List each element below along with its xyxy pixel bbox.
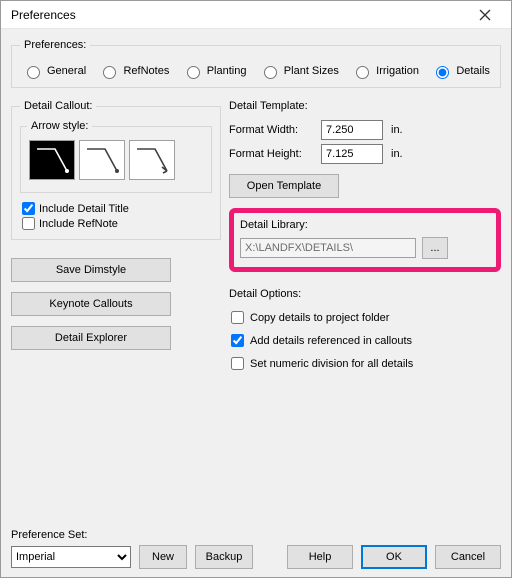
check-include-refnote-input[interactable] [22, 217, 35, 230]
window-preferences: Preferences Preferences: General RefNote… [0, 0, 512, 578]
check-set-numeric[interactable]: Set numeric division for all details [229, 352, 501, 375]
open-template-button[interactable]: Open Template [229, 174, 339, 198]
detail-library-row: ... [240, 237, 490, 259]
preferences-radios: General RefNotes Planting Plant Sizes Ir… [20, 59, 492, 79]
column-right: Detail Template: Format Width: in. Forma… [229, 96, 501, 523]
group-preferences: Preferences: General RefNotes Planting P… [11, 39, 501, 88]
preference-set-label: Preference Set: [11, 529, 253, 541]
close-icon[interactable] [467, 4, 503, 26]
row-format-width: Format Width: in. [229, 118, 501, 142]
window-title: Preferences [11, 8, 467, 22]
format-height-input[interactable] [321, 144, 383, 164]
format-width-label: Format Width: [229, 124, 321, 136]
check-add-referenced-label: Add details referenced in callouts [250, 335, 412, 347]
check-include-refnote-label: Include RefNote [39, 218, 118, 230]
detail-explorer-button[interactable]: Detail Explorer [11, 326, 171, 350]
detail-library-label: Detail Library: [240, 219, 490, 231]
help-button[interactable]: Help [287, 545, 353, 569]
column-left: Detail Callout: Arrow style: [11, 96, 221, 523]
radio-general[interactable]: General [22, 63, 86, 79]
format-height-label: Format Height: [229, 148, 321, 160]
radio-planting-input[interactable] [187, 66, 200, 79]
group-detail-callout: Detail Callout: Arrow style: [11, 100, 221, 240]
radio-irrigation-input[interactable] [356, 66, 369, 79]
group-detail-callout-legend: Detail Callout: [20, 100, 96, 112]
check-set-numeric-label: Set numeric division for all details [250, 358, 413, 370]
radio-planting-label: Planting [207, 65, 247, 77]
check-include-detail-title[interactable]: Include Detail Title [20, 201, 212, 216]
radio-planting[interactable]: Planting [182, 63, 247, 79]
radio-general-label: General [47, 65, 86, 77]
radio-refnotes-label: RefNotes [123, 65, 169, 77]
radio-irrigation[interactable]: Irrigation [351, 63, 419, 79]
preference-set-combo[interactable]: Imperial [11, 546, 131, 568]
check-copy-details-input[interactable] [231, 311, 244, 324]
detail-template-label: Detail Template: [229, 100, 501, 112]
check-include-refnote[interactable]: Include RefNote [20, 216, 212, 231]
check-add-referenced-input[interactable] [231, 334, 244, 347]
arrow-styles [27, 136, 205, 186]
client-area: Preferences: General RefNotes Planting P… [1, 29, 511, 577]
check-set-numeric-input[interactable] [231, 357, 244, 370]
group-arrow-style-legend: Arrow style: [27, 120, 92, 132]
columns: Detail Callout: Arrow style: [11, 96, 501, 523]
format-height-unit: in. [391, 148, 403, 160]
cancel-button[interactable]: Cancel [435, 545, 501, 569]
browse-button[interactable]: ... [422, 237, 448, 259]
arrow-style-1[interactable] [29, 140, 75, 180]
radio-plant-sizes[interactable]: Plant Sizes [259, 63, 339, 79]
check-add-referenced[interactable]: Add details referenced in callouts [229, 329, 501, 352]
radio-general-input[interactable] [27, 66, 40, 79]
detail-options-label: Detail Options: [229, 288, 501, 300]
radio-details[interactable]: Details [431, 63, 490, 79]
group-preferences-legend: Preferences: [20, 39, 90, 51]
radio-plant-sizes-label: Plant Sizes [284, 65, 339, 77]
check-copy-details-label: Copy details to project folder [250, 312, 389, 324]
format-width-unit: in. [391, 124, 403, 136]
radio-plant-sizes-input[interactable] [264, 66, 277, 79]
check-copy-details[interactable]: Copy details to project folder [229, 306, 501, 329]
preference-set: Preference Set: Imperial New Backup [11, 529, 253, 569]
arrow-style-3[interactable] [129, 140, 175, 180]
group-arrow-style: Arrow style: [20, 120, 212, 193]
radio-details-input[interactable] [436, 66, 449, 79]
detail-library-path[interactable] [240, 238, 416, 258]
detail-library-highlight: Detail Library: ... [229, 208, 501, 272]
keynote-callouts-button[interactable]: Keynote Callouts [11, 292, 171, 316]
ok-button[interactable]: OK [361, 545, 427, 569]
save-dimstyle-button[interactable]: Save Dimstyle [11, 258, 171, 282]
check-include-detail-title-input[interactable] [22, 202, 35, 215]
bottom-band: Preference Set: Imperial New Backup Help… [11, 523, 501, 569]
format-width-input[interactable] [321, 120, 383, 140]
row-format-height: Format Height: in. [229, 142, 501, 166]
new-button[interactable]: New [139, 545, 187, 569]
radio-details-label: Details [456, 65, 490, 77]
radio-refnotes[interactable]: RefNotes [98, 63, 169, 79]
backup-button[interactable]: Backup [195, 545, 253, 569]
radio-irrigation-label: Irrigation [376, 65, 419, 77]
check-include-detail-title-label: Include Detail Title [39, 203, 129, 215]
arrow-style-2[interactable] [79, 140, 125, 180]
titlebar: Preferences [1, 1, 511, 29]
radio-refnotes-input[interactable] [103, 66, 116, 79]
